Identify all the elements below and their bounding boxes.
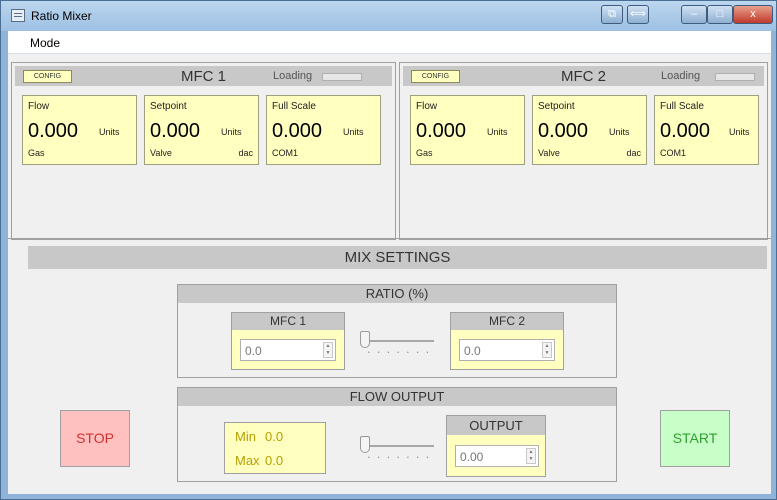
window-title: Ratio Mixer [31, 9, 92, 23]
menu-mode[interactable]: Mode [30, 36, 60, 50]
mix-settings-header: MIX SETTINGS [28, 246, 767, 269]
mfc1-loading-bar [322, 73, 362, 81]
mfc2-fullscale-value: 0.000 [660, 120, 711, 142]
mfc1-fullscale-title: Full Scale [272, 101, 316, 112]
mfc2-setpoint-units: Units [609, 127, 630, 137]
app-window: Ratio Mixer ⧉ ⟺ – □ x Mode CONFIG MFC 1 … [0, 0, 777, 500]
slider-thumb[interactable] [360, 436, 370, 453]
mfc2-setpoint-title: Setpoint [538, 101, 575, 112]
slider-track [362, 445, 434, 447]
mfc1-flow-units: Units [99, 127, 120, 137]
slider-ticks: ••••••• [368, 350, 432, 356]
slider-track [362, 340, 434, 342]
mfc2-fullscale-units: Units [729, 127, 750, 137]
mfc1-setpoint-value: 0.000 [150, 120, 201, 142]
mix-settings-title: MIX SETTINGS [344, 249, 451, 266]
menu-bar: Mode [8, 31, 771, 54]
start-button[interactable]: START [660, 410, 730, 467]
ratio-box: RATIO (%) MFC 1 0.0 ▲ ▼ ••••••• MFC 2 0.0… [177, 284, 617, 378]
title-bar[interactable]: Ratio Mixer ⧉ ⟺ – □ x [1, 1, 776, 31]
mfc1-setpoint-card: Setpoint 0.000 Units Valve dac [144, 95, 259, 165]
output-box: OUTPUT 0.00 ▲ ▼ [446, 415, 546, 477]
mfc2-flow-value: 0.000 [416, 120, 467, 142]
mfc1-setpoint-units: Units [221, 127, 242, 137]
swap-icon[interactable]: ⟺ [627, 5, 649, 24]
spinner-arrows-icon[interactable]: ▲ ▼ [542, 342, 552, 358]
mfc2-flow-title: Flow [416, 101, 438, 112]
mfc2-flow-units: Units [487, 127, 508, 137]
slider-ticks: ••••••• [368, 455, 432, 461]
mfc1-flow-title: Flow [28, 101, 50, 112]
client-area: CONFIG MFC 1 Loading Flow 0.000 Units Ga… [8, 54, 771, 494]
mfc1-panel: CONFIG MFC 1 Loading Flow 0.000 Units Ga… [11, 62, 396, 240]
mfc2-fullscale-title: Full Scale [660, 101, 704, 112]
mfc2-setpoint-valve: Valve [538, 148, 560, 158]
maximize-button[interactable]: □ [707, 5, 733, 24]
flow-output-title: FLOW OUTPUT [178, 388, 616, 406]
mfc1-flow-gas: Gas [28, 148, 45, 158]
mfc2-loading-label: Loading [661, 70, 701, 82]
ratio-mfc2-label: MFC 2 [451, 313, 563, 330]
mfc2-setpoint-dac: dac [626, 148, 641, 158]
mfc2-fullscale-port: COM1 [660, 148, 687, 158]
mfc1-setpoint-title: Setpoint [150, 101, 187, 112]
min-label: Min [235, 429, 256, 444]
mfc2-setpoint-value: 0.000 [538, 120, 589, 142]
mfc2-flow-gas: Gas [416, 148, 433, 158]
ratio-mfc2-box: MFC 2 0.0 ▲ ▼ [450, 312, 564, 370]
section-divider [8, 238, 771, 239]
output-label: OUTPUT [447, 416, 545, 435]
mfc2-loading-bar [715, 73, 755, 81]
max-label: Max [235, 453, 260, 468]
spinner-arrows-icon[interactable]: ▲ ▼ [526, 448, 536, 464]
mfc2-setpoint-card: Setpoint 0.000 Units Valve dac [532, 95, 647, 165]
output-value: 0.00 [460, 450, 484, 464]
mfc2-flow-card: Flow 0.000 Units Gas [410, 95, 525, 165]
mfc1-loading-label: Loading [273, 70, 313, 82]
spinner-arrows-icon[interactable]: ▲ ▼ [323, 342, 333, 358]
mfc1-setpoint-valve: Valve [150, 148, 172, 158]
mfc1-fullscale-units: Units [343, 127, 364, 137]
max-value: 0.0 [265, 453, 284, 468]
ratio-mfc2-value: 0.0 [464, 344, 481, 358]
slider-thumb[interactable] [360, 331, 370, 348]
mfc2-header: CONFIG MFC 2 Loading [403, 66, 764, 86]
ratio-mfc1-value: 0.0 [245, 344, 262, 358]
app-icon [11, 9, 25, 22]
flow-output-slider[interactable]: ••••••• [358, 434, 434, 464]
ratio-mfc2-spinner[interactable]: 0.0 ▲ ▼ [459, 339, 555, 361]
mfc1-flow-card: Flow 0.000 Units Gas [22, 95, 137, 165]
ratio-mfc1-spinner[interactable]: 0.0 ▲ ▼ [240, 339, 336, 361]
ratio-slider[interactable]: ••••••• [358, 329, 434, 359]
restore-icon[interactable]: ⧉ [601, 5, 623, 24]
mfc1-header: CONFIG MFC 1 Loading [15, 66, 392, 86]
mfc2-title: MFC 2 [561, 68, 606, 85]
close-button[interactable]: x [733, 5, 773, 24]
min-max-box: Min 0.0 Max 0.0 [224, 422, 326, 474]
mfc1-setpoint-dac: dac [238, 148, 253, 158]
mfc2-panel: CONFIG MFC 2 Loading Flow 0.000 Units Ga… [399, 62, 768, 240]
mfc1-fullscale-value: 0.000 [272, 120, 323, 142]
ratio-mfc1-label: MFC 1 [232, 313, 344, 330]
mfc1-flow-value: 0.000 [28, 120, 79, 142]
ratio-title: RATIO (%) [178, 285, 616, 303]
mfc1-fullscale-port: COM1 [272, 148, 299, 158]
mfc2-fullscale-card: Full Scale 0.000 Units COM1 [654, 95, 759, 165]
min-value: 0.0 [265, 429, 284, 444]
output-spinner[interactable]: 0.00 ▲ ▼ [455, 445, 539, 467]
stop-button[interactable]: STOP [60, 410, 130, 467]
minimize-button[interactable]: – [681, 5, 707, 24]
ratio-mfc1-box: MFC 1 0.0 ▲ ▼ [231, 312, 345, 370]
mfc1-fullscale-card: Full Scale 0.000 Units COM1 [266, 95, 381, 165]
